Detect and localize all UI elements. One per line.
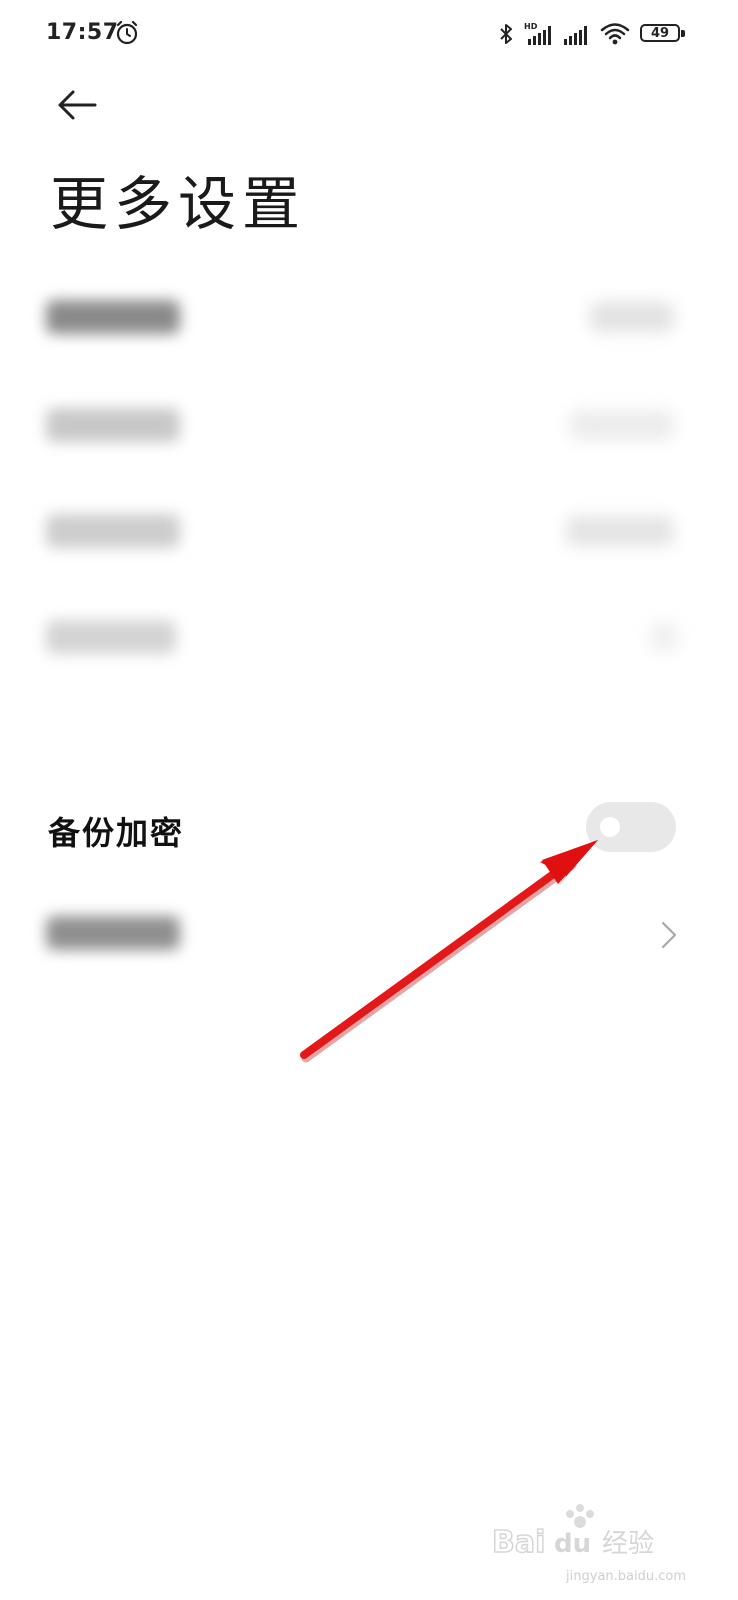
blurred-setting-row[interactable] (0, 482, 738, 582)
alarm-icon (116, 20, 138, 45)
blurred-value (650, 622, 678, 652)
blurred-label (46, 300, 180, 334)
backup-encryption-row[interactable]: 备份加密 (0, 772, 738, 882)
blurred-setting-row[interactable] (0, 376, 738, 476)
blurred-setting-row[interactable] (0, 588, 738, 688)
blurred-value (566, 516, 674, 546)
watermark-url: jingyan.baidu.com (566, 1569, 686, 1584)
status-time: 17:57 (46, 20, 119, 45)
blurred-value (570, 410, 674, 440)
svg-text:经验: 经验 (602, 1529, 654, 1559)
blurred-label (46, 916, 180, 950)
svg-text:HD: HD (524, 22, 538, 31)
blurred-setting-row[interactable] (0, 884, 738, 984)
bluetooth-icon (500, 24, 512, 44)
back-arrow-icon (58, 90, 97, 120)
svg-text:du: du (554, 1529, 591, 1559)
status-bar: 17:57 HD 49 (0, 0, 738, 70)
blurred-label (46, 408, 180, 442)
baidu-watermark-logo: Bai du 经验 (492, 1504, 654, 1561)
blurred-label (46, 514, 180, 548)
chevron-right-icon (661, 921, 677, 949)
signal-icon (564, 26, 587, 45)
wifi-icon (600, 23, 630, 45)
backup-encryption-toggle[interactable] (586, 802, 676, 852)
back-button[interactable] (50, 80, 104, 130)
toggle-knob (600, 817, 620, 837)
battery-icon: 49 (640, 24, 686, 44)
battery-level: 49 (640, 24, 680, 42)
blurred-setting-row[interactable] (0, 268, 738, 368)
backup-encryption-label: 备份加密 (48, 814, 185, 852)
blurred-label (46, 620, 176, 654)
hd-signal-icon: HD (524, 22, 551, 45)
blurred-value (590, 302, 674, 332)
svg-text:Bai: Bai (492, 1525, 545, 1560)
status-icons: HD 49 (498, 18, 686, 50)
page-title: 更多设置 (50, 170, 307, 238)
